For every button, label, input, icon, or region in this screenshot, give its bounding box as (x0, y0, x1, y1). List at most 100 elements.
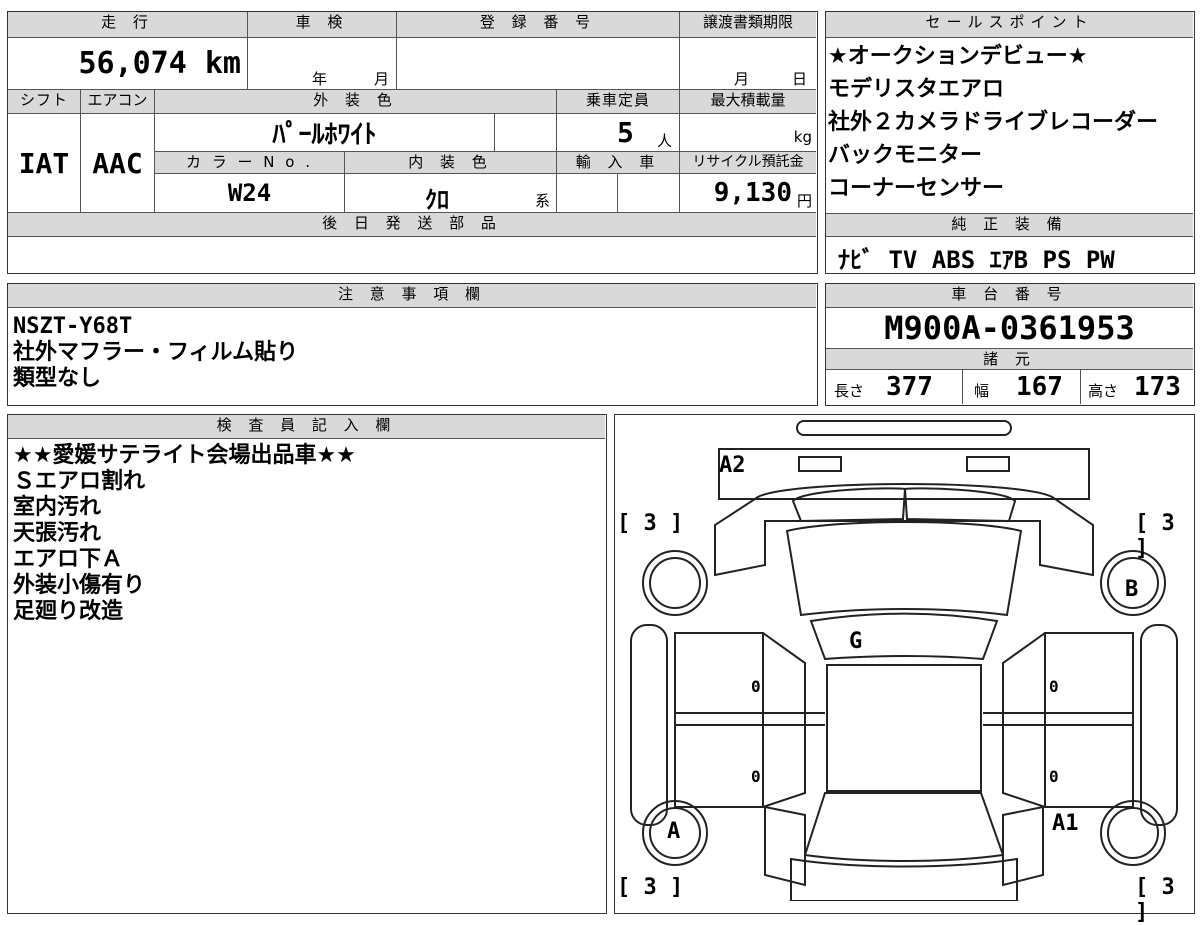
inspection-header: 車 検 (248, 12, 397, 38)
mileage-cell: 56,074 km (8, 38, 248, 90)
panel-value-left-1: 0 (751, 677, 761, 696)
interior-color-value: ｸﾛ (425, 186, 449, 214)
notes-panel: 注 意 事 項 欄 NSZT-Y68T 社外マフラー・フィルム貼り 類型なし (7, 283, 818, 406)
width-label: 幅 (974, 382, 990, 400)
exterior-color-header: 外 装 色 (155, 90, 557, 114)
later-parts-header: 後 日 発 送 部 品 (8, 213, 816, 237)
diagram-right-rail (1140, 624, 1178, 826)
panel-value-right-1: 0 (1049, 677, 1059, 696)
genuine-equipment-header: 純 正 装 備 (826, 213, 1193, 237)
chassis-header: 車 台 番 号 (826, 284, 1193, 308)
notes-line: 類型なし (13, 366, 102, 391)
diagram-light-right (966, 456, 1010, 472)
inspector-panel: 検 査 員 記 入 欄 ★★愛媛サテライト会場出品車★★ Ｓエアロ割れ 室内汚れ… (7, 414, 607, 914)
mileage-value: 56,074 km (78, 46, 241, 81)
exterior-color-value: ﾊﾟｰﾙﾎﾜｲﾄ (272, 120, 377, 150)
inspector-header: 検 査 員 記 入 欄 (8, 415, 605, 439)
recycle-unit: 円 (796, 192, 812, 210)
sales-points-panel: セールスポイント ★オークションデビュー★ モデリスタエアロ 社外２カメラドライ… (825, 11, 1195, 274)
recycle-header: リサイクル預託金 (680, 152, 816, 174)
shift-cell: IAT (8, 114, 81, 213)
diagram-right-rear-door (1002, 632, 1134, 808)
shift-value: IAT (18, 146, 70, 180)
capacity-unit: 人 (657, 132, 673, 150)
length-value: 377 (886, 372, 933, 402)
shift-header: シフト (8, 90, 81, 114)
damage-label-a2: A2 (719, 453, 746, 478)
max-load-cell: kg (680, 114, 816, 152)
tire-depth-front-right: [ 3 ] (1135, 875, 1175, 925)
diagram-left-rear-door (674, 632, 806, 808)
damage-label-a: A (667, 819, 681, 844)
chassis-value: M900A-0361953 (884, 309, 1135, 347)
inspector-line: 外装小傷有り (13, 573, 146, 598)
inspector-line: エアロ下Ａ (13, 547, 124, 572)
capacity-header: 乗車定員 (557, 90, 680, 114)
diagram-rear-window-1 (791, 487, 907, 523)
tire-depth-rear-left: [ 3 ] (617, 511, 684, 536)
chassis-value-cell: M900A-0361953 (826, 308, 1193, 348)
inspection-month: 月 (374, 70, 390, 88)
diagram-left-rail (630, 624, 668, 826)
sales-points-header: セールスポイント (826, 12, 1193, 38)
diagram-wheel-front-right (1100, 800, 1166, 866)
diagram-light-left (798, 456, 842, 472)
max-load-header: 最大積載量 (680, 90, 816, 114)
registration-cell (397, 38, 680, 90)
recycle-value: 9,130 (713, 178, 792, 208)
specs-header: 諸 元 (826, 348, 1193, 370)
sales-point-item: モデリスタエアロ (828, 77, 1005, 102)
tire-depth-front-left: [ 3 ] (617, 875, 684, 900)
diagram-wheel-rear-left (642, 550, 708, 616)
notes-line: 社外マフラー・フィルム貼り (13, 340, 299, 365)
tire-depth-rear-right: [ 3 ] (1135, 511, 1175, 561)
height-value: 173 (1134, 372, 1181, 402)
transfer-deadline-header: 譲渡書類期限 (680, 12, 816, 38)
diagram-rear-window-2 (903, 487, 1017, 523)
inspector-lines: ★★愛媛サテライト会場出品車★★ Ｓエアロ割れ 室内汚れ 天張汚れ エアロ下Ａ … (13, 443, 356, 625)
diagram-center-body (826, 664, 982, 792)
aircon-header: エアコン (81, 90, 155, 114)
inspector-line: 天張汚れ (13, 521, 102, 546)
color-no-value: W24 (227, 179, 272, 207)
inspection-year: 年 (312, 70, 328, 88)
transfer-deadline-cell: 月 日 (680, 38, 816, 90)
color-no-header: カ ラ ー N o . (155, 152, 345, 174)
chassis-panel: 車 台 番 号 M900A-0361953 諸 元 長さ 377 幅 167 高… (825, 283, 1195, 406)
aircon-value: AAC (92, 146, 143, 180)
sales-point-item: ★オークションデビュー★ (828, 44, 1088, 69)
max-load-unit: kg (793, 128, 812, 146)
transfer-day: 日 (792, 70, 808, 88)
transfer-month: 月 (734, 70, 750, 88)
notes-line: NSZT-Y68T (13, 314, 133, 339)
color-no-cell: W24 (155, 174, 345, 213)
width-value: 167 (1016, 372, 1063, 402)
inspector-line: 足廻り改造 (13, 599, 124, 624)
height-label: 高さ (1088, 382, 1119, 400)
vehicle-info-table: 走 行 車 検 登 録 番 号 譲渡書類期限 56,074 km 年 月 月 日… (7, 11, 818, 274)
specs-row: 長さ 377 幅 167 高さ 173 (826, 370, 1193, 404)
import-cell-b (618, 174, 680, 213)
car-diagram (630, 420, 1178, 901)
inspection-cell: 年 月 (248, 38, 397, 90)
car-diagram-panel: A2 G B A A1 [ 3 ] [ 3 ] [ 3 ] [ 3 ] 0 0 … (614, 414, 1195, 925)
recycle-cell: 9,130 円 (680, 174, 816, 213)
exterior-color-cell: ﾊﾟｰﾙﾎﾜｲﾄ (155, 114, 495, 152)
aircon-cell: AAC (81, 114, 155, 213)
notes-header: 注 意 事 項 欄 (8, 284, 816, 308)
inspector-line: 室内汚れ (13, 495, 102, 520)
genuine-equipment-value: ﾅﾋﾞ TV ABS ｴｱB PS PW (838, 246, 1115, 274)
notes-lines: NSZT-Y68T 社外マフラー・フィルム貼り 類型なし (13, 314, 298, 392)
damage-label-g: G (849, 629, 863, 654)
diagram-rear-windshield (785, 521, 1023, 617)
length-label: 長さ (834, 382, 865, 400)
panel-value-right-2: 0 (1049, 767, 1059, 786)
diagram-hood (790, 857, 1018, 901)
capacity-cell: 5 人 (557, 114, 680, 152)
registration-header: 登 録 番 号 (397, 12, 680, 38)
import-cell-a (557, 174, 618, 213)
interior-color-cell: ｸﾛ 系 (345, 174, 557, 214)
inspector-line: Ｓエアロ割れ (13, 469, 146, 494)
sales-points-list: ★オークションデビュー★ モデリスタエアロ 社外２カメラドライブレコーダー バッ… (828, 44, 1191, 209)
later-parts-cell (8, 237, 816, 272)
